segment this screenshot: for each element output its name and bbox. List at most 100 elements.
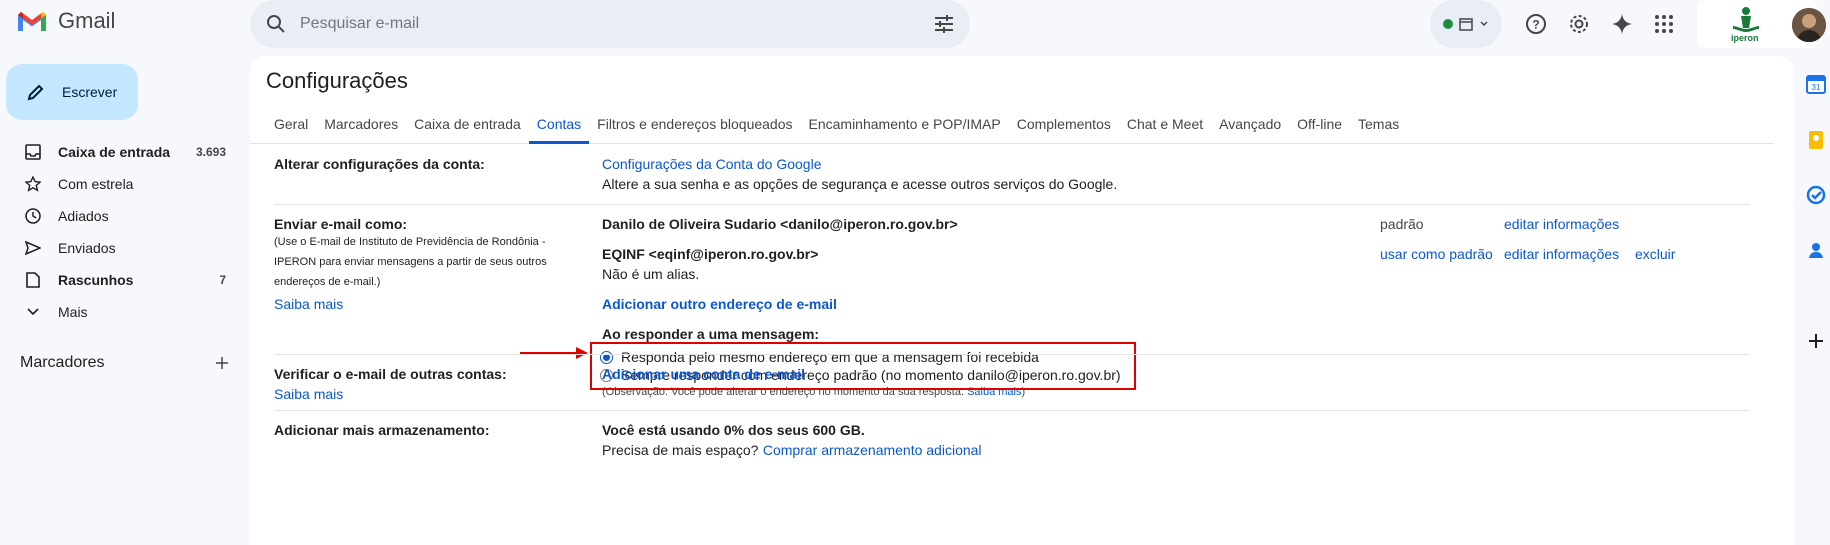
draft-icon [24,271,42,289]
add-mail-account-link[interactable]: Adicionar uma conta de e-mail [602,366,805,382]
sidebar-item-more[interactable]: Mais [0,296,240,328]
search-options-icon[interactable] [932,12,956,36]
labels-header-title: Marcadores [20,354,105,371]
avatar[interactable] [1792,8,1826,42]
search-input[interactable] [300,15,932,33]
add-app-icon[interactable] [1806,331,1826,351]
compose-label: Escrever [62,84,118,100]
tab-accounts[interactable]: Contas [528,106,590,144]
svg-text:31: 31 [1812,83,1821,92]
sidebar-item-label: Enviados [58,240,116,256]
avatar-image [1792,8,1826,42]
sidebar-item-count: 3.693 [195,145,226,159]
top-bar: Gmail ? [0,0,1830,48]
send-as-address-secondary: EQINF <eqinf@iperon.ro.gov.br> [602,246,819,262]
status-dot-icon [1443,19,1453,29]
send-as-description-line-1: (Use o E-mail de Instituto de Previdênci… [274,236,546,248]
tab-themes[interactable]: Temas [1350,106,1407,144]
tasks-app-icon[interactable] [1806,185,1826,205]
sidebar-nav: Caixa de entrada 3.693 Com estrela Adiad… [0,136,240,328]
section-divider [274,204,1750,205]
calendar-status-icon [1459,18,1473,31]
sidebar-item-label: Com estrela [58,176,134,192]
sidebar-item-snoozed[interactable]: Adiados [0,200,240,232]
storage-need-more-text: Precisa de mais espaço? [602,442,759,458]
send-as-description-line-3: endereços de e-mail.) [274,276,381,288]
account-settings-label: Alterar configurações da conta: [274,156,485,172]
google-account-link[interactable]: Configurações da Conta do Google [602,156,821,172]
pencil-icon [27,84,44,101]
status-selector[interactable] [1430,0,1502,48]
compose-button[interactable]: Escrever [6,64,138,120]
gemini-sparkle-icon[interactable] [1609,11,1635,37]
add-email-address-link[interactable]: Adicionar outro endereço de e-mail [602,296,837,312]
edit-info-link-primary[interactable]: editar informações [1504,216,1619,232]
send-as-learn-more-link[interactable]: Saiba mais [274,296,343,312]
sidebar-item-label: Caixa de entrada [58,144,171,160]
apps-grid-icon[interactable] [1651,11,1677,37]
radio-same-address[interactable] [600,350,613,364]
tab-inbox[interactable]: Caixa de entrada [406,106,529,144]
tab-general[interactable]: Geral [266,106,316,144]
page-title: Configurações [266,68,408,93]
labels-header: Marcadores [20,354,230,372]
check-mail-learn-more-link[interactable]: Saiba mais [274,386,343,402]
section-divider [274,410,1750,411]
section-divider [274,354,1750,355]
search-bar[interactable] [250,0,970,48]
not-alias-note: Não é um alias. [602,266,700,282]
clock-icon [24,207,42,225]
settings-gear-icon[interactable] [1566,11,1592,37]
sidebar-item-drafts[interactable]: Rascunhos 7 [0,264,240,296]
storage-usage-text: Você está usando 0% dos seus 600 GB. [602,422,865,438]
check-mail-label: Verificar o e-mail de outras contas: [274,366,507,382]
reply-behavior-label: Ao responder a uma mensagem: [602,326,820,342]
tab-add-ons[interactable]: Complementos [1009,106,1119,144]
add-label-icon[interactable] [214,355,230,371]
tab-filters[interactable]: Filtros e endereços bloqueados [589,106,800,144]
send-as-address-primary: Danilo de Oliveira Sudario <danilo@ipero… [602,216,958,232]
check-mail-section: Verificar o e-mail de outras contas: Sai… [274,366,1750,406]
storage-section: Adicionar mais armazenamento: Você está … [274,422,1750,462]
storage-more: Precisa de mais espaço? Comprar armazena… [602,442,982,460]
sidebar-item-label: Rascunhos [58,272,134,288]
settings-panel: Configurações Geral Marcadores Caixa de … [250,56,1794,545]
sidebar-item-sent[interactable]: Enviados [0,232,240,264]
organization-name: iperon [1731,33,1759,43]
tab-forwarding[interactable]: Encaminhamento e POP/IMAP [801,106,1009,144]
sidebar-item-starred[interactable]: Com estrela [0,168,240,200]
account-settings-description: Altere a sua senha e as opções de segura… [602,176,1118,192]
tab-advanced[interactable]: Avançado [1211,106,1289,144]
send-as-description-line-2: IPERON para enviar mensagens a partir de… [274,256,547,268]
keep-app-icon[interactable] [1806,130,1826,150]
gmail-logo-icon [18,12,46,31]
app-title: Gmail [58,8,116,33]
sidebar-item-count: 7 [219,273,226,287]
send-icon [24,239,42,257]
star-icon [24,175,42,193]
reply-option-label: Responda pelo mesmo endereço em que a me… [621,349,1039,365]
contacts-app-icon[interactable] [1806,240,1826,260]
sidebar-item-label: Mais [58,304,88,320]
buy-storage-link[interactable]: Comprar armazenamento adicional [763,442,982,458]
tab-offline[interactable]: Off-line [1289,106,1350,144]
chevron-down-icon [1480,21,1488,27]
help-icon[interactable]: ? [1523,11,1549,37]
edit-info-link-secondary[interactable]: editar informações [1504,246,1619,262]
make-default-link[interactable]: usar como padrão [1380,246,1493,262]
svg-text:?: ? [1532,18,1539,32]
search-icon[interactable] [264,12,288,36]
send-as-section: Enviar e-mail como: (Use o E-mail de Ins… [274,216,1750,456]
storage-label: Adicionar mais armazenamento: [274,422,490,438]
tab-chat-meet[interactable]: Chat e Meet [1119,106,1211,144]
sidebar-item-label: Adiados [58,208,109,224]
sidebar-item-inbox[interactable]: Caixa de entrada 3.693 [0,136,240,168]
gmail-brand[interactable]: Gmail [16,8,115,34]
send-as-label: Enviar e-mail como: [274,216,408,232]
calendar-app-icon[interactable]: 31 [1806,74,1826,94]
tab-labels[interactable]: Marcadores [316,106,406,144]
delete-address-link[interactable]: excluir [1635,246,1675,262]
account-settings-section: Alterar configurações da conta: Configur… [274,156,1750,196]
reply-option-same-address[interactable]: Responda pelo mesmo endereço em que a me… [600,349,1039,365]
red-arrow-annotation-icon [520,347,588,359]
